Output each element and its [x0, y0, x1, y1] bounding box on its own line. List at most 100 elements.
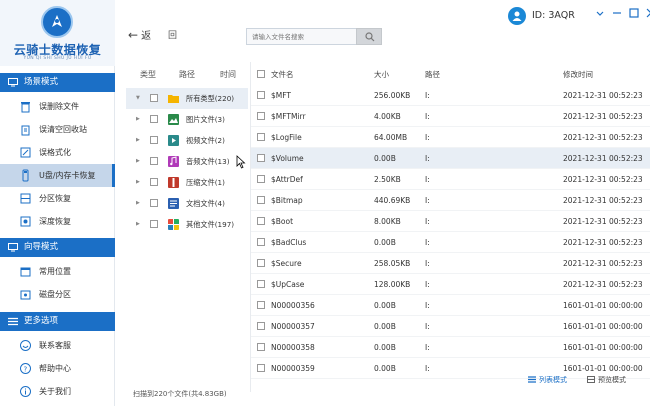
table-row[interactable]: $MFT 256.00KB I: 2021-12-31 00:52:23	[251, 85, 650, 106]
row-checkbox[interactable]	[257, 112, 265, 120]
tree-checkbox[interactable]	[150, 220, 158, 228]
collapsed-triangle-icon[interactable]: ▶	[136, 109, 140, 130]
table-row[interactable]: $Secure 258.05KB I: 2021-12-31 00:52:23	[251, 253, 650, 274]
back-button[interactable]: ← 返	[128, 27, 168, 42]
column-header-path[interactable]: 路径	[425, 69, 440, 80]
section-scene-mode: 场景模式	[0, 73, 115, 92]
sidebar-item-label: 深度恢复	[39, 217, 71, 226]
collapsed-triangle-icon[interactable]: ▶	[136, 151, 140, 172]
row-checkbox[interactable]	[257, 196, 265, 204]
select-all-checkbox[interactable]	[257, 70, 265, 78]
table-row[interactable]: N00000356 0.00B I: 1601-01-01 00:00:00	[251, 295, 650, 316]
column-header-name[interactable]: 文件名	[271, 69, 294, 80]
sidebar-item-about-us[interactable]: 关于我们	[0, 380, 115, 403]
sidebar-item-usb-card[interactable]: U盘/内存卡恢复	[0, 164, 115, 187]
menu-icon	[8, 317, 18, 326]
tree-item-video-files[interactable]: ▶ 视频文件(2)	[126, 130, 248, 151]
usb-drive-icon	[22, 169, 29, 182]
row-checkbox[interactable]	[257, 154, 265, 162]
table-row[interactable]: N00000358 0.00B I: 1601-01-01 00:00:00	[251, 337, 650, 358]
search-button[interactable]	[356, 28, 382, 45]
tree-checkbox[interactable]	[150, 199, 158, 207]
table-row[interactable]: $LogFile 64.00MB I: 2021-12-31 00:52:23	[251, 127, 650, 148]
tree-checkbox[interactable]	[150, 136, 158, 144]
column-header-size[interactable]: 大小	[374, 69, 389, 80]
table-row[interactable]: $UpCase 128.00KB I: 2021-12-31 00:52:23	[251, 274, 650, 295]
file-modified-time: 2021-12-31 00:52:23	[563, 196, 643, 205]
sidebar-item-help-center[interactable]: ? 帮助中心	[0, 357, 115, 380]
minimize-icon[interactable]	[611, 7, 623, 19]
sidebar-item-label: 帮助中心	[39, 364, 71, 373]
sidebar: 云骑士数据恢复 YUN QI SHI SHU JU HUI FU 场景模式 误删…	[0, 0, 115, 406]
tree-item-label: 文档文件(4)	[186, 199, 225, 208]
back-label: 返	[141, 31, 152, 42]
preview-view-icon	[587, 376, 595, 383]
close-icon[interactable]	[645, 7, 650, 19]
maximize-icon[interactable]	[628, 7, 640, 19]
sidebar-item-deleted-files[interactable]: 误删除文件	[0, 95, 115, 118]
collapsed-triangle-icon[interactable]: ▶	[136, 214, 140, 235]
table-row[interactable]: $Bitmap 440.69KB I: 2021-12-31 00:52:23	[251, 190, 650, 211]
table-row[interactable]: $Volume 0.00B I: 2021-12-31 00:52:23	[251, 148, 650, 169]
row-checkbox[interactable]	[257, 364, 265, 372]
collapsed-triangle-icon[interactable]: ▶	[136, 193, 140, 214]
return-button[interactable]: 回	[168, 28, 177, 41]
sidebar-item-format[interactable]: 误格式化	[0, 141, 115, 164]
file-name: $UpCase	[271, 280, 305, 289]
column-header-time[interactable]: 修改时间	[563, 69, 593, 80]
tab-time[interactable]: 时间	[220, 69, 236, 80]
document-file-icon	[168, 198, 179, 209]
tab-path[interactable]: 路径	[179, 69, 195, 80]
row-checkbox[interactable]	[257, 301, 265, 309]
row-checkbox[interactable]	[257, 280, 265, 288]
list-mode-button[interactable]: 列表模式	[528, 375, 567, 385]
collapsed-triangle-icon[interactable]: ▶	[136, 130, 140, 151]
table-row[interactable]: $AttrDef 2.50KB I: 2021-12-31 00:52:23	[251, 169, 650, 190]
collapsed-triangle-icon[interactable]: ▶	[136, 172, 140, 193]
row-checkbox[interactable]	[257, 322, 265, 330]
row-checkbox[interactable]	[257, 238, 265, 246]
menu-dropdown-icon[interactable]	[594, 7, 606, 19]
list-mode-label: 列表模式	[539, 376, 567, 384]
sidebar-item-label: 常用位置	[39, 267, 71, 276]
tree-checkbox[interactable]	[150, 94, 158, 102]
section-more-options: 更多选项	[0, 312, 115, 331]
tree-item-audio-files[interactable]: ▶ 音频文件(13)	[126, 151, 248, 172]
sidebar-item-disk-partition[interactable]: 磁盘分区	[0, 283, 115, 306]
tree-checkbox[interactable]	[150, 157, 158, 165]
tree-item-image-files[interactable]: ▶ 图片文件(3)	[126, 109, 248, 130]
tree-checkbox[interactable]	[150, 115, 158, 123]
file-modified-time: 1601-01-01 00:00:00	[563, 301, 643, 310]
tree-item-document-files[interactable]: ▶ 文档文件(4)	[126, 193, 248, 214]
tree-item-other-files[interactable]: ▶ 其他文件(197)	[126, 214, 248, 235]
file-modified-time: 2021-12-31 00:52:23	[563, 217, 643, 226]
tab-type[interactable]: 类型	[140, 69, 156, 80]
row-checkbox[interactable]	[257, 343, 265, 351]
preview-mode-button[interactable]: 预览模式	[587, 375, 626, 385]
file-path: I:	[425, 91, 430, 100]
tree-checkbox[interactable]	[150, 178, 158, 186]
table-row[interactable]: $Boot 8.00KB I: 2021-12-31 00:52:23	[251, 211, 650, 232]
row-checkbox[interactable]	[257, 259, 265, 267]
table-row[interactable]: $MFTMirr 4.00KB I: 2021-12-31 00:52:23	[251, 106, 650, 127]
section-label: 向导模式	[24, 242, 59, 252]
sidebar-item-partition-recovery[interactable]: 分区恢复	[0, 187, 115, 210]
row-checkbox[interactable]	[257, 133, 265, 141]
file-path: I:	[425, 238, 430, 247]
sidebar-item-deep-recovery[interactable]: 深度恢复	[0, 210, 115, 233]
table-row[interactable]: $BadClus 0.00B I: 2021-12-31 00:52:23	[251, 232, 650, 253]
search-input[interactable]	[247, 29, 357, 44]
row-checkbox[interactable]	[257, 217, 265, 225]
tree-item-archive-files[interactable]: ▶ 压缩文件(1)	[126, 172, 248, 193]
file-path: I:	[425, 343, 430, 352]
tree-item-all-types[interactable]: ▼ 所有类型(220)	[126, 88, 248, 109]
row-checkbox[interactable]	[257, 91, 265, 99]
sidebar-item-recycle-bin[interactable]: 误清空回收站	[0, 118, 115, 141]
sidebar-item-common-locations[interactable]: 常用位置	[0, 260, 115, 283]
sidebar-item-label: 分区恢复	[39, 194, 71, 203]
sidebar-item-contact-support[interactable]: 联系客服	[0, 334, 115, 357]
app-logo: 云骑士数据恢复 YUN QI SHI SHU JU HUI FU	[0, 0, 115, 66]
table-row[interactable]: N00000357 0.00B I: 1601-01-01 00:00:00	[251, 316, 650, 337]
row-checkbox[interactable]	[257, 175, 265, 183]
expanded-triangle-icon[interactable]: ▼	[136, 88, 140, 109]
